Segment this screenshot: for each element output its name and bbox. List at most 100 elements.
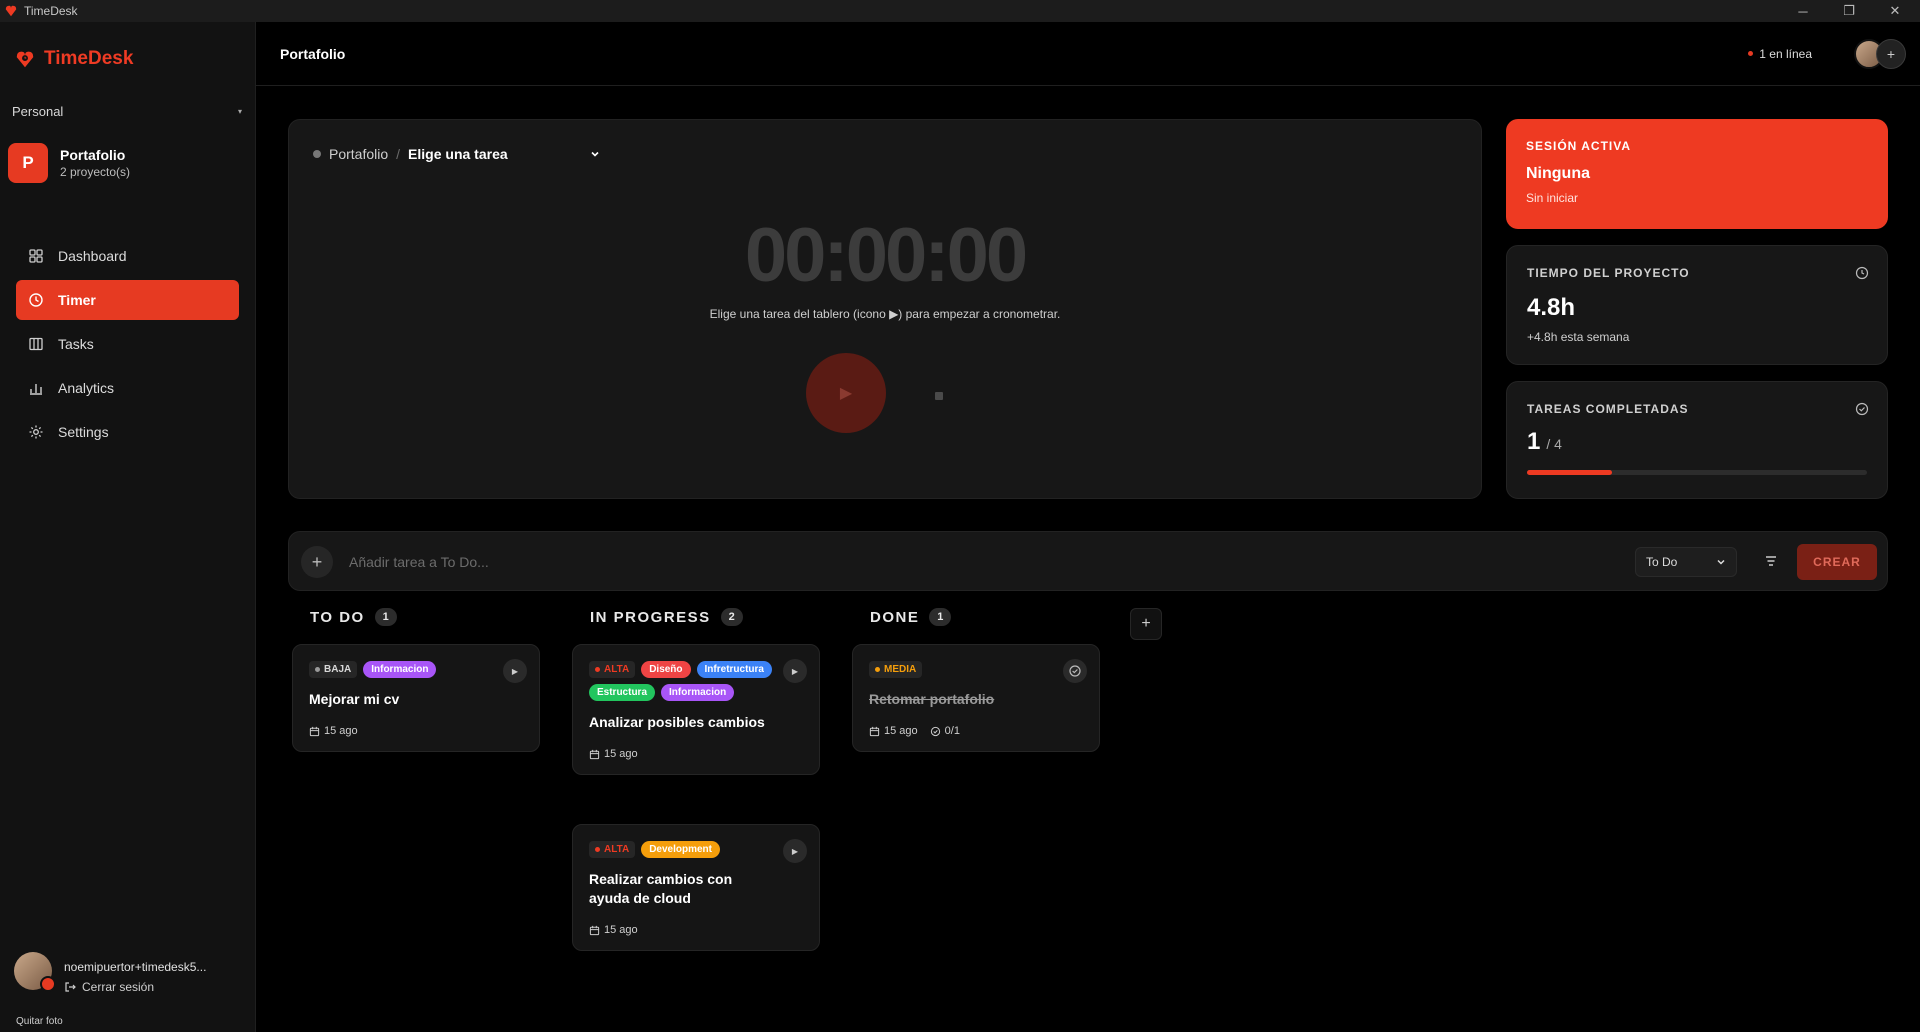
camera-icon[interactable]: [40, 976, 56, 992]
priority-label: ALTA: [604, 844, 630, 855]
sidebar-item-dashboard[interactable]: Dashboard: [16, 236, 239, 276]
clock-icon: [29, 293, 43, 307]
project-count: 2 proyecto(s): [60, 165, 131, 179]
card-title: Analizar posibles cambios: [589, 714, 765, 730]
card-title: Realizar cambios con ayuda de cloud: [589, 871, 733, 906]
add-task-plus-button[interactable]: +: [301, 546, 333, 578]
card-date: 15 ago: [604, 924, 638, 936]
start-timer-button[interactable]: ▶: [503, 659, 527, 683]
sidebar-item-label: Analytics: [58, 380, 115, 396]
start-timer-button[interactable]: ▶: [783, 659, 807, 683]
priority-badge: ALTA: [589, 661, 636, 678]
project-time-value: 4.8h: [1527, 294, 1576, 321]
logout-icon: [65, 982, 76, 992]
active-session-value: Ninguna: [1526, 165, 1590, 182]
window-titlebar: TimeDesk ─ ❐ ✕: [0, 0, 1920, 22]
column-header-todo: TO DO 1: [310, 608, 397, 626]
task-card[interactable]: MEDIA Retomar portafolio 15 ago 0/1: [852, 644, 1100, 752]
user-email: noemipuertor+timedesk5...: [64, 960, 207, 974]
caret-down-icon: ▾: [237, 107, 242, 116]
card-date: 15 ago: [324, 725, 358, 737]
chevron-down-icon: [591, 151, 599, 157]
remove-photo-link[interactable]: Quitar foto: [16, 1016, 63, 1027]
columns-icon: [29, 337, 43, 351]
user-avatar[interactable]: [14, 952, 56, 992]
priority-dot-icon: [315, 667, 320, 672]
column-title: IN PROGRESS: [590, 608, 711, 626]
card-subtasks: 0/1: [944, 725, 960, 737]
minimize-button[interactable]: ─: [1780, 0, 1826, 22]
project-dot-icon: [313, 150, 321, 158]
timer-hint: Elige una tarea del tablero (icono ▶) pa…: [709, 307, 1061, 321]
maximize-button[interactable]: ❐: [1826, 0, 1872, 22]
priority-dot-icon: [595, 847, 600, 852]
online-count: 1 en línea: [1759, 46, 1812, 61]
column-select-value: To Do: [1646, 555, 1678, 569]
column-select[interactable]: To Do: [1635, 547, 1737, 577]
active-session-sub: Sin iniciar: [1526, 191, 1579, 205]
sidebar-item-analytics[interactable]: Analytics: [16, 368, 239, 408]
task-select-value: Elige una tarea: [408, 146, 508, 162]
column-count: 1: [929, 608, 952, 626]
play-icon: ▶: [511, 666, 519, 676]
column-header-done: DONE 1: [870, 608, 952, 626]
close-button[interactable]: ✕: [1872, 0, 1918, 22]
add-task-bar: + To Do CREAR: [288, 531, 1888, 591]
card-date: 15 ago: [884, 725, 918, 737]
breadcrumb-project[interactable]: Portafolio: [329, 146, 388, 162]
clock-icon: [1855, 266, 1869, 280]
column-header-in-progress: IN PROGRESS 2: [590, 608, 743, 626]
card-meta: 15 ago: [309, 725, 523, 737]
create-button[interactable]: CREAR: [1797, 544, 1877, 580]
priority-badge: MEDIA: [869, 661, 923, 678]
completed-check-button[interactable]: [1063, 659, 1087, 683]
logout-button[interactable]: Cerrar sesión: [64, 980, 206, 994]
brand[interactable]: TimeDesk: [14, 48, 133, 70]
add-column-button[interactable]: +: [1130, 608, 1162, 640]
add-member-button[interactable]: +: [1876, 38, 1906, 69]
sidebar-item-timer[interactable]: Timer: [16, 280, 239, 320]
column-count: 1: [374, 608, 397, 626]
calendar-icon: [309, 726, 320, 736]
user-panel: noemipuertor+timedesk5... Cerrar sesión: [14, 952, 206, 994]
sidebar-item-settings[interactable]: Settings: [16, 412, 239, 452]
logo-icon: [16, 51, 34, 68]
calendar-icon: [589, 749, 600, 759]
column-title: DONE: [870, 608, 920, 626]
breadcrumb-separator: /: [396, 146, 401, 162]
workspace-select[interactable]: Personal ▾: [12, 104, 242, 119]
task-card[interactable]: BAJA Informacion ▶ Mejorar mi cv 15 ago: [292, 644, 540, 752]
card-tags: MEDIA: [869, 661, 1069, 678]
window-title: TimeDesk: [24, 4, 78, 18]
stop-button[interactable]: [935, 392, 943, 400]
start-timer-button[interactable]: ▶: [783, 839, 807, 863]
check-circle-icon: [930, 726, 940, 736]
bar-chart-icon: [30, 384, 42, 395]
stat-label: TAREAS COMPLETADAS: [1527, 402, 1689, 416]
sidebar-item-label: Settings: [58, 424, 109, 440]
logout-label: Cerrar sesión: [82, 980, 155, 994]
play-button[interactable]: ▶: [806, 353, 886, 433]
priority-dot-icon: [875, 667, 880, 672]
task-select[interactable]: Elige una tarea: [408, 146, 600, 162]
tag-badge: Development: [641, 841, 720, 858]
project-selector[interactable]: P Portafolio 2 proyecto(s): [8, 143, 130, 183]
chevron-down-icon: [1717, 559, 1725, 565]
page-title: Portafolio: [280, 45, 346, 62]
online-dot-icon: [1748, 51, 1754, 56]
project-time-sub: +4.8h esta semana: [1527, 330, 1630, 344]
task-card[interactable]: ALTA Diseño Infretructura Estructura Inf…: [572, 644, 820, 775]
online-status: 1 en línea: [1748, 47, 1812, 61]
play-icon: ▶: [791, 666, 799, 676]
column-count: 2: [720, 608, 743, 626]
sidebar-item-tasks[interactable]: Tasks: [16, 324, 239, 364]
add-task-input[interactable]: [349, 546, 1349, 578]
task-card[interactable]: ALTA Development ▶ Realizar cambios con …: [572, 824, 820, 951]
tag-badge: Estructura: [589, 684, 656, 701]
card-meta: 15 ago 0/1: [869, 725, 1083, 737]
active-session-card: SESIÓN ACTIVA Ninguna Sin iniciar: [1506, 119, 1888, 229]
card-title: Retomar portafolio: [869, 691, 995, 707]
filter-icon[interactable]: [1763, 553, 1779, 569]
tag-badge: Infretructura: [696, 661, 772, 678]
completed-tasks-card: TAREAS COMPLETADAS 1 / 4: [1506, 381, 1888, 499]
